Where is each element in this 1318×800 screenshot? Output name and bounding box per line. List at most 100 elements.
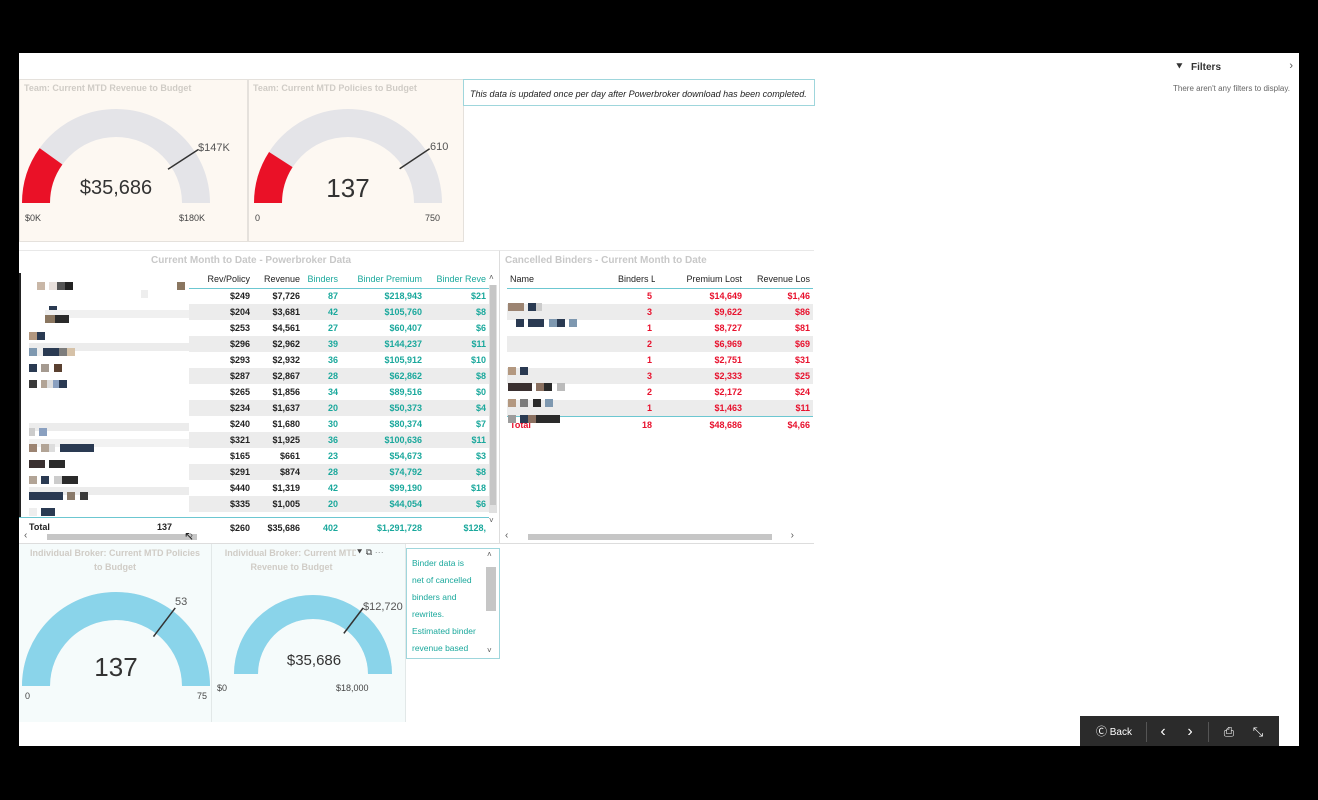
table-cell: $6,969	[655, 336, 745, 352]
horizontal-scrollbar[interactable]: ‹ ›	[500, 530, 810, 543]
table-row[interactable]: $234 $1,637 20 $50,373 $4	[189, 400, 489, 416]
scroll-down-icon[interactable]: ˅	[489, 516, 494, 525]
column-header[interactable]: Rev/Policy	[189, 270, 253, 289]
table-cell: $60,407	[389, 323, 422, 333]
table-row[interactable]: $321 $1,925 36 $100,636 $11	[189, 432, 489, 448]
binder-note-text: Binder data is net of cancelled binders …	[412, 558, 476, 653]
next-page-button[interactable]: ›	[1179, 716, 1201, 746]
table-cell: $69	[745, 336, 813, 352]
table-row[interactable]: $253 $4,561 27 $60,407 $6	[189, 320, 489, 336]
table-row[interactable]: $204 $3,681 42 $105,760 $8	[189, 304, 489, 320]
table-left-border	[19, 273, 21, 518]
column-header[interactable]: Revenue Los	[745, 270, 813, 289]
table-cell: $105,760	[341, 304, 425, 320]
binder-note-card[interactable]: Binder data is net of cancelled binders …	[406, 548, 500, 659]
report-canvas: ⯆ Filters › There aren't any filters to …	[19, 53, 1299, 746]
divider	[1146, 722, 1147, 742]
table-row[interactable]: $335 $1,005 20 $44,054 $6	[189, 496, 489, 512]
scroll-left-icon[interactable]: ‹	[505, 530, 508, 541]
table-row[interactable]: $440 $1,319 42 $99,190 $18	[189, 480, 489, 496]
scroll-thumb[interactable]	[490, 285, 496, 505]
table-cell: $14,649	[709, 291, 742, 302]
broker-policies-gauge-card[interactable]: Individual Broker: Current MTD Policies …	[19, 544, 212, 722]
scroll-thumb[interactable]	[486, 567, 496, 611]
team-revenue-gauge-card[interactable]: Team: Current MTD Revenue to Budget $35,…	[19, 79, 248, 242]
filters-empty-text: There aren't any filters to display.	[1173, 84, 1290, 93]
table-cell: 3	[615, 368, 655, 384]
column-header[interactable]: Revenue	[253, 270, 303, 289]
scroll-thumb[interactable]	[47, 534, 197, 540]
table-cell: $1,005	[253, 496, 303, 512]
column-header[interactable]: Name	[507, 270, 615, 289]
team-policies-gauge-card[interactable]: Team: Current MTD Policies to Budget 137…	[248, 79, 464, 242]
table-row[interactable]: $296 $2,962 39 $144,237 $11	[189, 336, 489, 352]
table-cell: $100,636	[341, 432, 425, 448]
column-header[interactable]: Binder Premium	[341, 270, 425, 289]
table-cell: $1,46	[787, 291, 810, 302]
exit-fullscreen-button[interactable]: ⤡	[1246, 716, 1270, 746]
gauge-target-label: 610	[430, 141, 448, 153]
column-header[interactable]: Binders Lost	[615, 270, 655, 289]
table-row[interactable]: $293 $2,932 36 $105,912 $10	[189, 352, 489, 368]
table-cell: $2,172	[714, 387, 742, 397]
print-button[interactable]: ⎙	[1218, 716, 1240, 746]
table-cell: 42	[303, 304, 341, 320]
column-header[interactable]: Binder Reve	[425, 270, 489, 289]
total-cell: $48,686	[655, 415, 745, 434]
table-cell: 23	[327, 451, 338, 461]
broker-revenue-gauge-card[interactable]: Individual Broker: Current MTD Revenue t…	[212, 544, 406, 722]
table-cell: $2,932	[272, 355, 300, 365]
filter-icon[interactable]: ⯆	[356, 547, 363, 557]
scroll-thumb[interactable]	[528, 534, 772, 540]
table-cell: $1,637	[253, 400, 303, 416]
focus-mode-icon[interactable]: ⧉	[366, 547, 372, 557]
scroll-up-icon[interactable]: ˄	[487, 550, 492, 559]
table-cell: $253	[229, 323, 250, 333]
table-title: Current Month to Date - Powerbroker Data	[151, 255, 352, 266]
table-cell: 30	[327, 419, 338, 429]
gauge-title: Team: Current MTD Revenue to Budget	[24, 83, 192, 93]
table-cell: $1,925	[253, 432, 303, 448]
table-cell: $31	[794, 355, 810, 365]
table-row[interactable]: $240 $1,680 30 $80,374 $7	[189, 416, 489, 432]
previous-page-button[interactable]: ‹	[1152, 716, 1174, 746]
table-cell: 3	[615, 304, 655, 320]
filters-pane[interactable]: ⯆ Filters › There aren't any filters to …	[1169, 53, 1299, 113]
table-cell: $44,054	[341, 496, 425, 512]
table-cell: $1,319	[272, 483, 300, 493]
vertical-scrollbar[interactable]: ˄ ˅	[486, 550, 496, 655]
column-header[interactable]: Binders	[303, 270, 341, 289]
table-cell: $240	[229, 419, 250, 429]
cancelled-binders-card[interactable]: Cancelled Binders - Current Month to Dat…	[499, 250, 814, 544]
horizontal-scrollbar[interactable]: ‹ ›	[19, 530, 499, 543]
scroll-right-icon[interactable]: ›	[791, 530, 794, 541]
table-row[interactable]: $165 $661 23 $54,673 $3	[189, 448, 489, 464]
scroll-left-icon[interactable]: ‹	[24, 530, 27, 541]
table-cell: 87	[327, 291, 338, 302]
chevron-right-icon[interactable]: ›	[1289, 60, 1293, 72]
filters-label: Filters	[1191, 62, 1222, 73]
table-cell: $18	[470, 483, 486, 493]
table-cell: 20	[303, 496, 341, 512]
table-cell: $89,516	[389, 387, 422, 397]
table-cell: 1	[646, 323, 652, 333]
table-cell: $8	[425, 304, 489, 320]
powerbroker-table-card[interactable]: Current Month to Date - Powerbroker Data…	[19, 250, 499, 544]
table-cell: $204	[189, 304, 253, 320]
column-header[interactable]: Premium Lost	[655, 270, 745, 289]
table-row[interactable]: $287 $2,867 28 $62,862 $8	[189, 368, 489, 384]
scroll-up-icon[interactable]: ˄	[489, 273, 494, 282]
filter-icon: ⯆	[1175, 61, 1184, 73]
table-row[interactable]: $291 $874 28 $74,792 $8	[189, 464, 489, 480]
scroll-down-icon[interactable]: ˅	[487, 646, 492, 655]
vertical-scrollbar[interactable]: ˄ ˅	[489, 273, 497, 525]
table-cell: $2,962	[253, 336, 303, 352]
table-title: Cancelled Binders - Current Month to Dat…	[505, 255, 707, 266]
table-cell: $24	[794, 387, 810, 397]
table-row[interactable]: $249 $7,726 87 $218,943 $21	[189, 288, 489, 304]
table-cell: $8	[425, 368, 489, 384]
total-cell: $4,66	[745, 415, 813, 434]
table-row[interactable]: $265 $1,856 34 $89,516 $0	[189, 384, 489, 400]
back-button[interactable]: Ⓒ Back	[1088, 716, 1140, 746]
more-options-icon[interactable]: ⋯	[375, 547, 384, 557]
